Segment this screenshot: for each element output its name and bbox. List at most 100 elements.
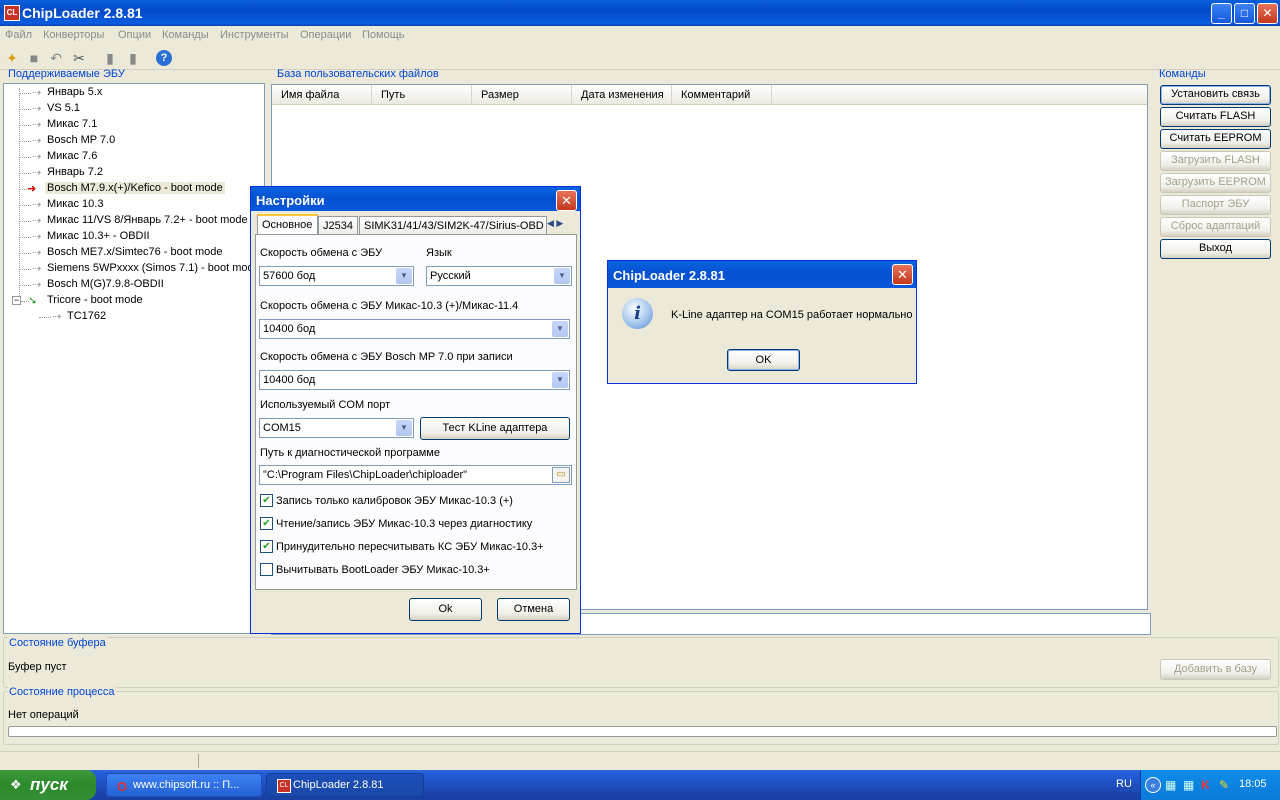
- cancel-button[interactable]: Отмена: [497, 598, 570, 621]
- ecu-passport-button[interactable]: Паспорт ЭБУ: [1160, 195, 1271, 215]
- bosch-speed-select[interactable]: 10400 бод ▼: [259, 370, 570, 390]
- com-port-label: Используемый COM порт: [260, 399, 391, 411]
- menu-file[interactable]: Файл: [5, 29, 32, 41]
- settings-close-button[interactable]: ✕: [556, 190, 577, 211]
- menu-tools[interactable]: Инструменты: [220, 29, 289, 41]
- read-eeprom-button[interactable]: Считать EEPROM: [1160, 129, 1271, 149]
- checkbox-label: Запись только калибровок ЭБУ Микас-10.3 …: [276, 495, 513, 507]
- diag-path-input[interactable]: "C:\Program Files\ChipLoader\chiploader"…: [259, 465, 572, 485]
- close-button[interactable]: ✕: [1257, 3, 1278, 24]
- chip-icon: ⇢: [32, 231, 42, 243]
- folder-icon[interactable]: ▭: [552, 467, 570, 483]
- lang-label: Язык: [426, 247, 452, 259]
- menu-bar: Файл Конверторы Опции Команды Инструмент…: [0, 26, 1280, 46]
- network-icon[interactable]: ▦: [1183, 778, 1194, 792]
- chip-icon: ⇢: [32, 279, 42, 291]
- message-close-button[interactable]: ✕: [892, 264, 913, 285]
- tab-j2534[interactable]: J2534: [318, 216, 358, 235]
- ok-button[interactable]: Ok: [409, 598, 482, 621]
- checkbox-label: Вычитывать BootLoader ЭБУ Микас-10.3+: [276, 564, 490, 576]
- help-icon[interactable]: ?: [156, 50, 172, 66]
- app-tray-icon[interactable]: ✎: [1219, 778, 1229, 792]
- commands-panel-title: Команды: [1159, 68, 1206, 80]
- window-title: ChipLoader 2.8.81: [22, 5, 143, 21]
- chip-icon: ⇢: [32, 167, 42, 179]
- checkbox-write-calibrations[interactable]: ✔: [260, 494, 273, 507]
- taskbar: ❖ пуск O www.chipsoft.ru :: П... CL Chip…: [0, 770, 1280, 800]
- start-button[interactable]: ❖ пуск: [0, 770, 96, 800]
- chevron-down-icon: ▼: [554, 268, 570, 284]
- task-chiploader[interactable]: CL ChipLoader 2.8.81: [266, 773, 424, 797]
- paste-icon[interactable]: ▮: [125, 50, 141, 66]
- tab-simk[interactable]: SIMK31/41/43/SIM2K-47/Sirius-OBD: [359, 216, 547, 235]
- chevron-down-icon: ▼: [552, 372, 568, 388]
- process-title: Состояние процесса: [8, 686, 116, 698]
- copy-icon[interactable]: ▮: [102, 50, 118, 66]
- green-arrow-icon: ➘: [28, 295, 38, 307]
- toolbar: ✦ ■ ↶ ✂ ▮ ▮ ?: [0, 46, 1280, 70]
- chip-icon: ⇢: [32, 263, 42, 275]
- tab-page: [255, 234, 577, 590]
- undo-icon[interactable]: ↶: [48, 50, 64, 66]
- read-icon[interactable]: ■: [26, 50, 42, 66]
- checkbox-label: Принудительно пересчитывать КС ЭБУ Микас…: [276, 541, 544, 553]
- menu-operations[interactable]: Операции: [300, 29, 351, 41]
- antivirus-icon[interactable]: K: [1201, 778, 1210, 792]
- message-box: ChipLoader 2.8.81 ✕ i K-Line адаптер на …: [607, 260, 917, 384]
- minimize-button[interactable]: _: [1211, 3, 1232, 24]
- network-icon[interactable]: ▦: [1165, 778, 1176, 792]
- maximize-button[interactable]: □: [1234, 3, 1255, 24]
- bosch-speed-label: Скорость обмена с ЭБУ Bosch MP 7.0 при з…: [260, 351, 513, 363]
- chip-icon: ⇢: [32, 215, 42, 227]
- message-ok-button[interactable]: OK: [727, 349, 800, 371]
- checkbox-recalc-ks[interactable]: ✔: [260, 540, 273, 553]
- col-size[interactable]: Размер: [472, 85, 572, 105]
- menu-commands[interactable]: Команды: [162, 29, 209, 41]
- chip-icon: ⇢: [52, 311, 62, 323]
- info-icon: i: [622, 298, 653, 329]
- com-port-select[interactable]: COM15 ▼: [259, 418, 414, 438]
- read-flash-button[interactable]: Считать FLASH: [1160, 107, 1271, 127]
- checkbox-read-write-diag[interactable]: ✔: [260, 517, 273, 530]
- language-indicator[interactable]: RU: [1116, 778, 1132, 790]
- tray-expand-icon[interactable]: «: [1145, 777, 1161, 793]
- progress-bar: [8, 726, 1277, 737]
- mikas-speed-select[interactable]: 10400 бод ▼: [259, 319, 570, 339]
- ecu-speed-select[interactable]: 57600 бод ▼: [259, 266, 414, 286]
- add-to-db-button[interactable]: Добавить в базу: [1160, 659, 1271, 680]
- col-filename[interactable]: Имя файла: [272, 85, 372, 105]
- diag-path-label: Путь к диагностической программе: [260, 447, 440, 459]
- settings-title: Настройки: [251, 187, 580, 211]
- status-bar: [0, 751, 1280, 769]
- load-flash-button[interactable]: Загрузить FLASH: [1160, 151, 1271, 171]
- connect-icon[interactable]: ✦: [4, 50, 20, 66]
- exit-button[interactable]: Выход: [1160, 239, 1271, 259]
- chevron-down-icon: ▼: [396, 420, 412, 436]
- col-filler: [772, 85, 1147, 105]
- menu-help[interactable]: Помощь: [362, 29, 405, 41]
- files-panel-title: База пользовательских файлов: [277, 68, 439, 80]
- checkbox-read-bootloader[interactable]: [260, 563, 273, 576]
- col-comment[interactable]: Комментарий: [672, 85, 772, 105]
- app-icon: CL: [4, 5, 20, 21]
- collapse-toggle[interactable]: −: [12, 296, 21, 305]
- title-bar: CL ChipLoader 2.8.81 _ □ ✕: [0, 0, 1280, 26]
- col-path[interactable]: Путь: [372, 85, 472, 105]
- tab-main[interactable]: Основное: [257, 214, 318, 235]
- col-date[interactable]: Дата изменения: [572, 85, 672, 105]
- reset-adaptations-button[interactable]: Сброс адаптаций: [1160, 217, 1271, 237]
- connect-button[interactable]: Установить связь: [1160, 85, 1271, 105]
- task-browser[interactable]: O www.chipsoft.ru :: П...: [106, 773, 262, 797]
- ecu-tree[interactable]: ⇢ Январь 5.х ⇢ VS 5.1 ⇢ Микас 7.1 ⇢ Bosch MP…: [3, 83, 265, 634]
- menu-converters[interactable]: Конверторы: [43, 29, 104, 41]
- test-kline-button[interactable]: Тест KLine адаптера: [420, 417, 570, 440]
- chip-icon: ⇢: [32, 151, 42, 163]
- system-tray: « ▦ ▦ K ✎ 18:05: [1140, 770, 1280, 800]
- menu-options[interactable]: Опции: [118, 29, 151, 41]
- tools-icon[interactable]: ✂: [71, 50, 87, 66]
- lang-select[interactable]: Русский ▼: [426, 266, 572, 286]
- chip-icon: ⇢: [32, 199, 42, 211]
- process-status: Нет операций: [8, 709, 79, 721]
- load-eeprom-button[interactable]: Загрузить EEPROM: [1160, 173, 1271, 193]
- tab-scroll-arrows[interactable]: ◀ ▶: [547, 216, 577, 232]
